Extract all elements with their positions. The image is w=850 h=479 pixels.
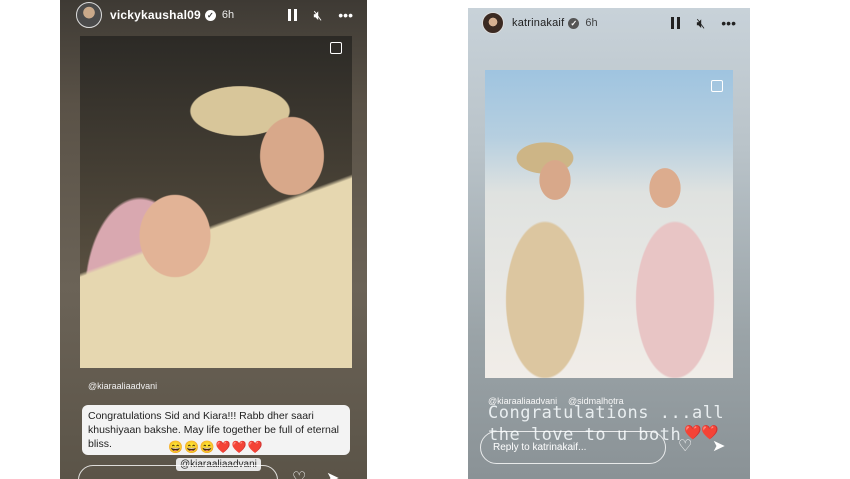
story-katrinakaif: katrinakaif ✓ 6h 🔇︎ ••• @kiaraaliaadvani…: [468, 8, 750, 479]
wedding-photo: [80, 36, 352, 368]
multiple-photos-icon: [330, 42, 342, 54]
more-options-icon[interactable]: •••: [721, 15, 736, 31]
send-icon[interactable]: ➤: [326, 468, 339, 479]
reply-input[interactable]: [78, 465, 278, 479]
username[interactable]: katrinakaif: [512, 17, 564, 29]
mute-icon[interactable]: 🔇︎: [313, 7, 322, 23]
username[interactable]: vickykaushal09: [110, 8, 201, 22]
emoji-row: 😄😄😄❤️❤️❤️: [164, 440, 268, 454]
story-header: katrinakaif ✓ 6h 🔇︎ •••: [468, 8, 750, 38]
post-age: 6h: [585, 17, 598, 29]
reply-placeholder: Reply to katrinakaif...: [493, 442, 587, 453]
story-header: vickykaushal09 ✓ 6h 🔇︎ •••: [60, 0, 367, 30]
wedding-photo: [485, 70, 733, 378]
pause-icon[interactable]: [671, 17, 681, 29]
avatar[interactable]: [76, 2, 102, 28]
mute-icon[interactable]: 🔇︎: [696, 15, 705, 31]
heart-icon[interactable]: ♡: [292, 468, 306, 479]
verified-icon: ✓: [568, 17, 580, 29]
heart-icon[interactable]: ♡: [678, 436, 692, 456]
avatar[interactable]: [482, 12, 504, 34]
pause-icon[interactable]: [288, 9, 298, 21]
verified-icon: ✓: [204, 9, 216, 21]
mention-sticker[interactable]: @kiaraaliaadvani: [88, 381, 157, 391]
more-options-icon[interactable]: •••: [338, 7, 353, 23]
post-age: 6h: [221, 9, 235, 21]
send-icon[interactable]: ➤: [712, 436, 725, 456]
story-vickykaushal: vickykaushal09 ✓ 6h 🔇︎ ••• @kiaraaliaadv…: [60, 0, 367, 479]
reply-input[interactable]: Reply to katrinakaif...: [480, 431, 666, 464]
multiple-photos-icon: [711, 80, 723, 92]
